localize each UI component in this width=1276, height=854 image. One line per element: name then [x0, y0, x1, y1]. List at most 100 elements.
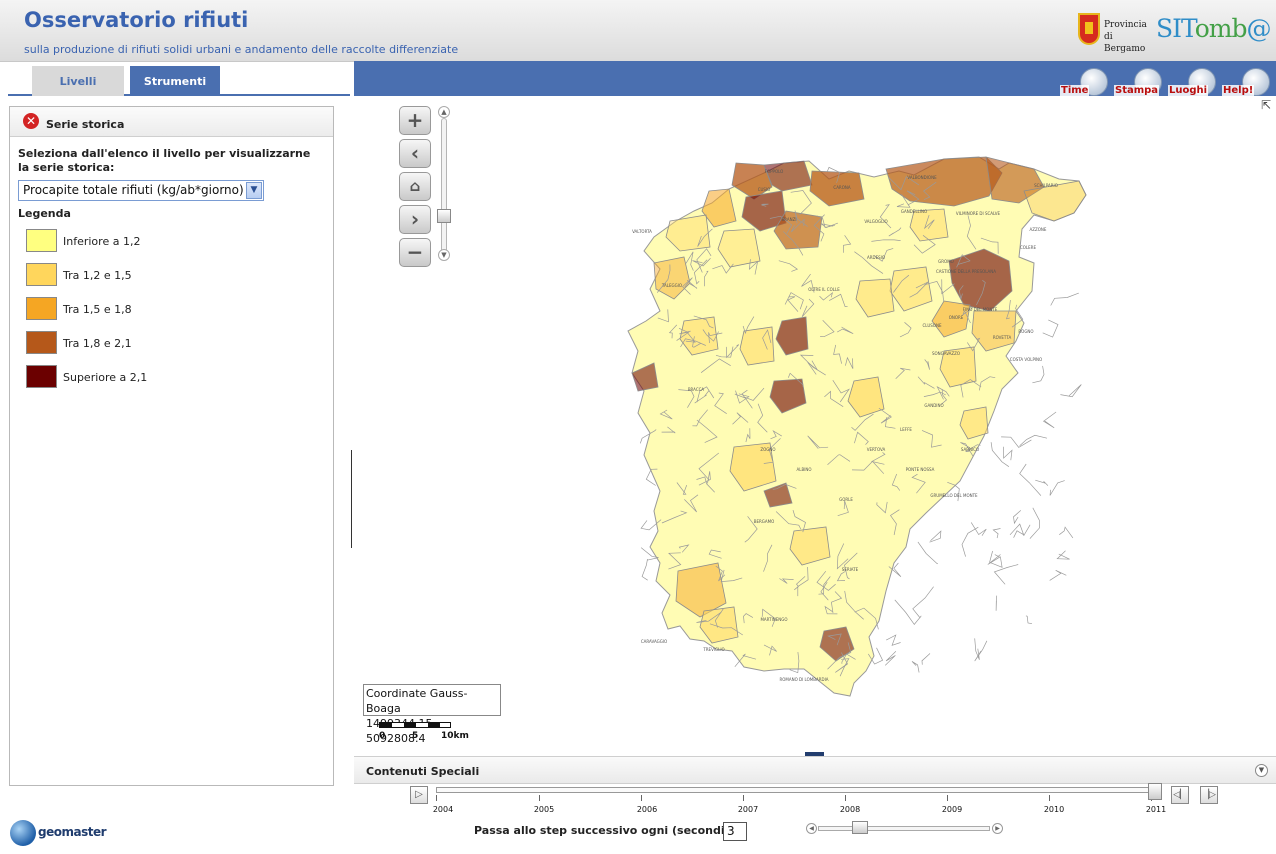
year-tick: [947, 795, 948, 801]
speed-slider-left-icon[interactable]: ◀: [806, 823, 817, 834]
provincia-logo-line1: Provincia: [1104, 20, 1147, 30]
scale-label-5: 5: [412, 731, 419, 741]
provincia-logo[interactable]: Provincia di Bergamo: [1078, 11, 1156, 54]
municipality-border: [1013, 524, 1031, 538]
speed-slider-track[interactable]: [818, 826, 990, 831]
year-tick: [641, 795, 642, 801]
pan-back-icon[interactable]: ‹: [399, 139, 431, 168]
place-label: CASTIONE DELLA PRESOLANA: [936, 269, 996, 274]
close-icon[interactable]: ✕: [23, 113, 39, 129]
zoom-out-icon[interactable]: −: [399, 238, 431, 267]
place-label: SONGAVAZZO: [932, 351, 960, 356]
tab-strumenti[interactable]: Strumenti: [130, 66, 220, 96]
level-select[interactable]: Procapite totale rifiuti (kg/ab*giorno) …: [18, 180, 264, 201]
municipality-border: [921, 653, 931, 665]
place-label: VERTOVA: [867, 447, 886, 452]
zoom-in-icon[interactable]: +: [399, 106, 431, 135]
luoghi-tool-button[interactable]: Luoghi: [1168, 66, 1218, 96]
place-label: VALTORTA: [632, 229, 652, 234]
legend-label: Tra 1,5 e 1,8: [63, 303, 132, 316]
year-label: 2011: [1145, 805, 1167, 814]
tab-livelli[interactable]: Livelli: [32, 66, 124, 96]
municipality-border: [1049, 480, 1065, 496]
level-select-value: Procapite totale rifiuti (kg/ab*giorno): [23, 183, 244, 197]
place-label: GANDELLINO: [901, 209, 927, 214]
municipality-border: [894, 599, 922, 625]
zoom-slider-up-icon[interactable]: ▲: [438, 106, 450, 118]
panel-header: ✕ Serie storica: [10, 107, 333, 137]
municipality-border: [1003, 446, 1013, 461]
municipality-border: [1050, 292, 1079, 306]
place-label: FOPPOLO: [765, 169, 784, 174]
step-back-button[interactable]: ◁▏: [1171, 786, 1189, 804]
map-view[interactable]: ⇱ + ‹ ⌂ › − ▲ ▼ FOPPOLO CARONA VALBONDIONE…: [354, 96, 1276, 756]
time-tool-button[interactable]: Time: [1060, 66, 1110, 96]
municipality-border: [974, 640, 988, 662]
municipality-border: [886, 634, 901, 646]
place-label: ONORE: [949, 315, 964, 320]
speed-slider-right-icon[interactable]: ▶: [992, 823, 1003, 834]
year-tick: [743, 795, 744, 801]
municipality-border: [993, 564, 1019, 585]
municipality-border: [974, 638, 980, 660]
municipality-border: [1013, 510, 1022, 525]
municipality-border: [912, 586, 934, 619]
choropleth-map[interactable]: FOPPOLO CARONA VALBONDIONE SCHILPARIO VALTOR…: [614, 151, 1114, 711]
stampa-tool-button[interactable]: Stampa: [1114, 66, 1164, 96]
year-label: 2007: [737, 805, 759, 814]
sitomba-logo-prefix: SIT: [1156, 14, 1196, 43]
sitomba-logo[interactable]: SITomb@: [1156, 14, 1272, 43]
scale-label-0: 0: [379, 731, 386, 741]
year-label: 2009: [941, 805, 963, 814]
scale-label-10: 10km: [441, 731, 469, 741]
municipality-border: [929, 530, 942, 543]
expand-icon[interactable]: ⇱: [1259, 98, 1273, 112]
year-tick: [436, 795, 437, 801]
home-icon[interactable]: ⌂: [399, 172, 431, 201]
place-label: TREVIGLIO: [702, 647, 724, 652]
place-label: MARTINENGO: [760, 617, 787, 622]
zoom-slider-handle[interactable]: [437, 209, 451, 223]
speed-slider-handle[interactable]: [852, 821, 869, 834]
geomaster-logo-text: geomaster: [38, 825, 107, 839]
legend-label: Tra 1,8 e 2,1: [63, 337, 132, 350]
legend-label: Inferiore a 1,2: [63, 235, 141, 248]
municipality-border: [995, 595, 998, 611]
legend-label: Tra 1,2 e 1,5: [63, 269, 132, 282]
chevron-down-icon[interactable]: ▼: [246, 182, 262, 199]
municipality-border: [961, 526, 979, 557]
municipality-border: [1042, 411, 1057, 429]
play-button[interactable]: ▷: [410, 786, 428, 804]
time-tool-label: Time: [1060, 85, 1090, 96]
sitomba-logo-mid: omb: [1194, 14, 1248, 43]
contenuti-speciali-bar[interactable]: Contenuti Speciali ▼: [354, 756, 1276, 784]
place-label: ROMANO DI LOMBARDIA: [780, 677, 829, 682]
place-label: SCHILPARIO: [1034, 183, 1058, 188]
place-label: CARONA: [833, 185, 850, 190]
municipality-border: [1032, 365, 1045, 384]
year-tick: [1049, 795, 1050, 801]
zoom-slider[interactable]: [441, 118, 447, 258]
scale-bar-graphic: [379, 722, 451, 728]
place-label: ZOGNO: [760, 447, 775, 452]
municipality-border: [1001, 436, 1032, 448]
zoom-slider-down-icon[interactable]: ▼: [438, 249, 450, 261]
step-forward-button[interactable]: ▕▷: [1200, 786, 1218, 804]
place-label: COSTA VOLPINO: [1010, 357, 1042, 362]
year-label: 2005: [533, 805, 555, 814]
legend-swatch: [26, 331, 57, 354]
pan-forward-icon[interactable]: ›: [399, 205, 431, 234]
geomaster-logo[interactable]: geomaster: [10, 820, 107, 848]
place-label: GANDINO: [924, 403, 943, 408]
panel-title: Serie storica: [46, 118, 125, 131]
timeline-handle[interactable]: [1148, 783, 1162, 800]
timeline-slider[interactable]: [436, 787, 1162, 793]
panel-splitter[interactable]: [351, 450, 352, 548]
place-label: BRANZI: [781, 217, 796, 222]
chevron-down-icon[interactable]: ▼: [1255, 764, 1268, 777]
help-tool-button[interactable]: Help!: [1222, 66, 1272, 96]
step-interval-input[interactable]: 3: [723, 822, 747, 841]
speed-slider[interactable]: ◀ ▶: [806, 821, 1004, 836]
place-label: GROMO: [938, 259, 954, 264]
help-tool-label: Help!: [1222, 85, 1255, 96]
